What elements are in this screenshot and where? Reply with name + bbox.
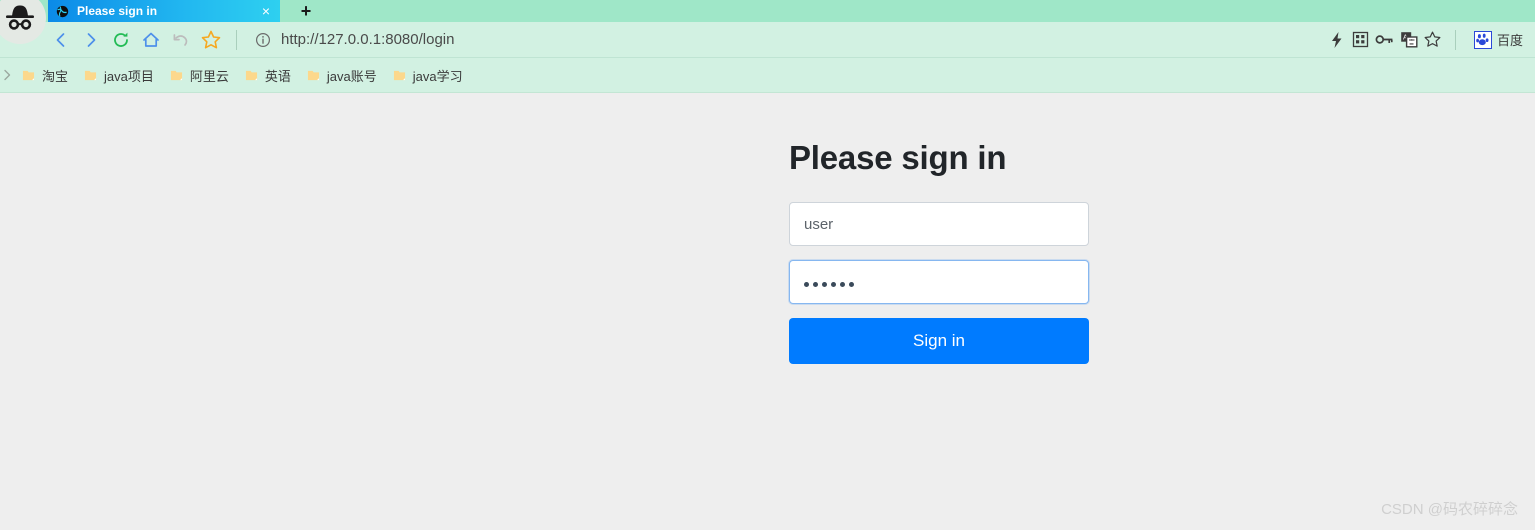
info-circle-icon[interactable]	[253, 30, 273, 50]
bookmark-label: java学习	[412, 68, 463, 84]
bookmark-label: 英语	[264, 68, 291, 84]
bookmark-label: 淘宝	[42, 68, 69, 84]
browser-toolbar: http://127.0.0.1:8080/login A 百度	[0, 22, 1535, 58]
password-masked-value	[804, 278, 854, 287]
login-form: Please sign in user Sign in	[789, 139, 1089, 365]
reload-button[interactable]	[106, 25, 136, 55]
folder-icon	[245, 70, 257, 80]
reload-icon	[114, 32, 128, 47]
folder-icon	[84, 70, 97, 80]
navigation-buttons	[46, 25, 226, 55]
star-outline-icon[interactable]	[1421, 27, 1445, 53]
bookmark-item-0[interactable]: 淘宝	[14, 64, 76, 86]
toolbar-divider-right	[1454, 29, 1456, 50]
username-value: user	[804, 215, 834, 233]
bookmarks-bar: 淘宝 java项目 阿里云 英语 java账号 java学习	[0, 58, 1535, 93]
baidu-paw-icon	[1473, 30, 1492, 49]
back-button[interactable]	[46, 25, 76, 55]
bookmark-item-1[interactable]: java项目	[76, 64, 162, 86]
bookmark-item-4[interactable]: java账号	[299, 64, 385, 86]
chevron-left-icon	[56, 32, 65, 47]
bookmark-label: java账号	[326, 68, 377, 84]
bookmarks-overflow-icon[interactable]	[0, 65, 14, 85]
folder-icon	[170, 70, 182, 80]
baidu-extension-label: 百度	[1496, 33, 1523, 48]
sign-in-button[interactable]: Sign in	[789, 318, 1089, 365]
tab-title: Please sign in	[77, 4, 158, 18]
toolbar-right-icons: A 百度	[1325, 27, 1527, 53]
star-icon	[201, 30, 221, 48]
translate-icon[interactable]: A	[1397, 27, 1421, 53]
close-icon[interactable]: ×	[258, 3, 274, 19]
browser-tab-active[interactable]: Please sign in ×	[48, 0, 280, 22]
key-icon[interactable]	[1373, 27, 1397, 53]
folder-icon	[22, 70, 35, 80]
bookmark-item-2[interactable]: 阿里云	[162, 64, 237, 86]
new-tab-button[interactable]: +	[292, 0, 320, 22]
browser-window: Please sign in × + http://127.0.0.1:8080…	[0, 0, 1535, 530]
bookmark-star-button[interactable]	[196, 25, 226, 55]
incognito-hat-glasses-icon	[6, 5, 34, 30]
folder-icon	[307, 70, 319, 80]
csdn-watermark: CSDN @码农碎碎念	[1381, 501, 1518, 518]
toolbar-divider	[236, 29, 237, 50]
tab-strip: Please sign in × +	[0, 0, 1535, 44]
folder-icon	[393, 70, 405, 80]
undo-arrow-icon	[173, 33, 188, 46]
username-input[interactable]: user	[789, 202, 1089, 247]
bookmark-label: 阿里云	[189, 68, 229, 84]
globe-icon	[56, 5, 69, 17]
baidu-extension-button[interactable]: 百度	[1470, 30, 1527, 49]
bookmark-label: java项目	[104, 68, 154, 84]
forward-button[interactable]	[76, 25, 106, 55]
bookmark-item-3[interactable]: 英语	[237, 64, 299, 86]
home-button[interactable]	[136, 25, 166, 55]
address-bar[interactable]: http://127.0.0.1:8080/login	[249, 25, 1325, 55]
chevron-right-icon	[87, 32, 96, 47]
lightning-bolt-icon[interactable]	[1325, 27, 1349, 53]
page-content: Please sign in user Sign in CSDN @码农碎碎念	[0, 94, 1535, 530]
grid-apps-icon[interactable]	[1349, 27, 1373, 53]
undo-button[interactable]	[166, 25, 196, 55]
bookmark-item-5[interactable]: java学习	[385, 64, 471, 86]
page-title: Please sign in	[789, 139, 1007, 176]
password-input[interactable]	[789, 260, 1089, 305]
url-text: http://127.0.0.1:8080/login	[281, 31, 455, 48]
home-icon	[143, 32, 159, 47]
